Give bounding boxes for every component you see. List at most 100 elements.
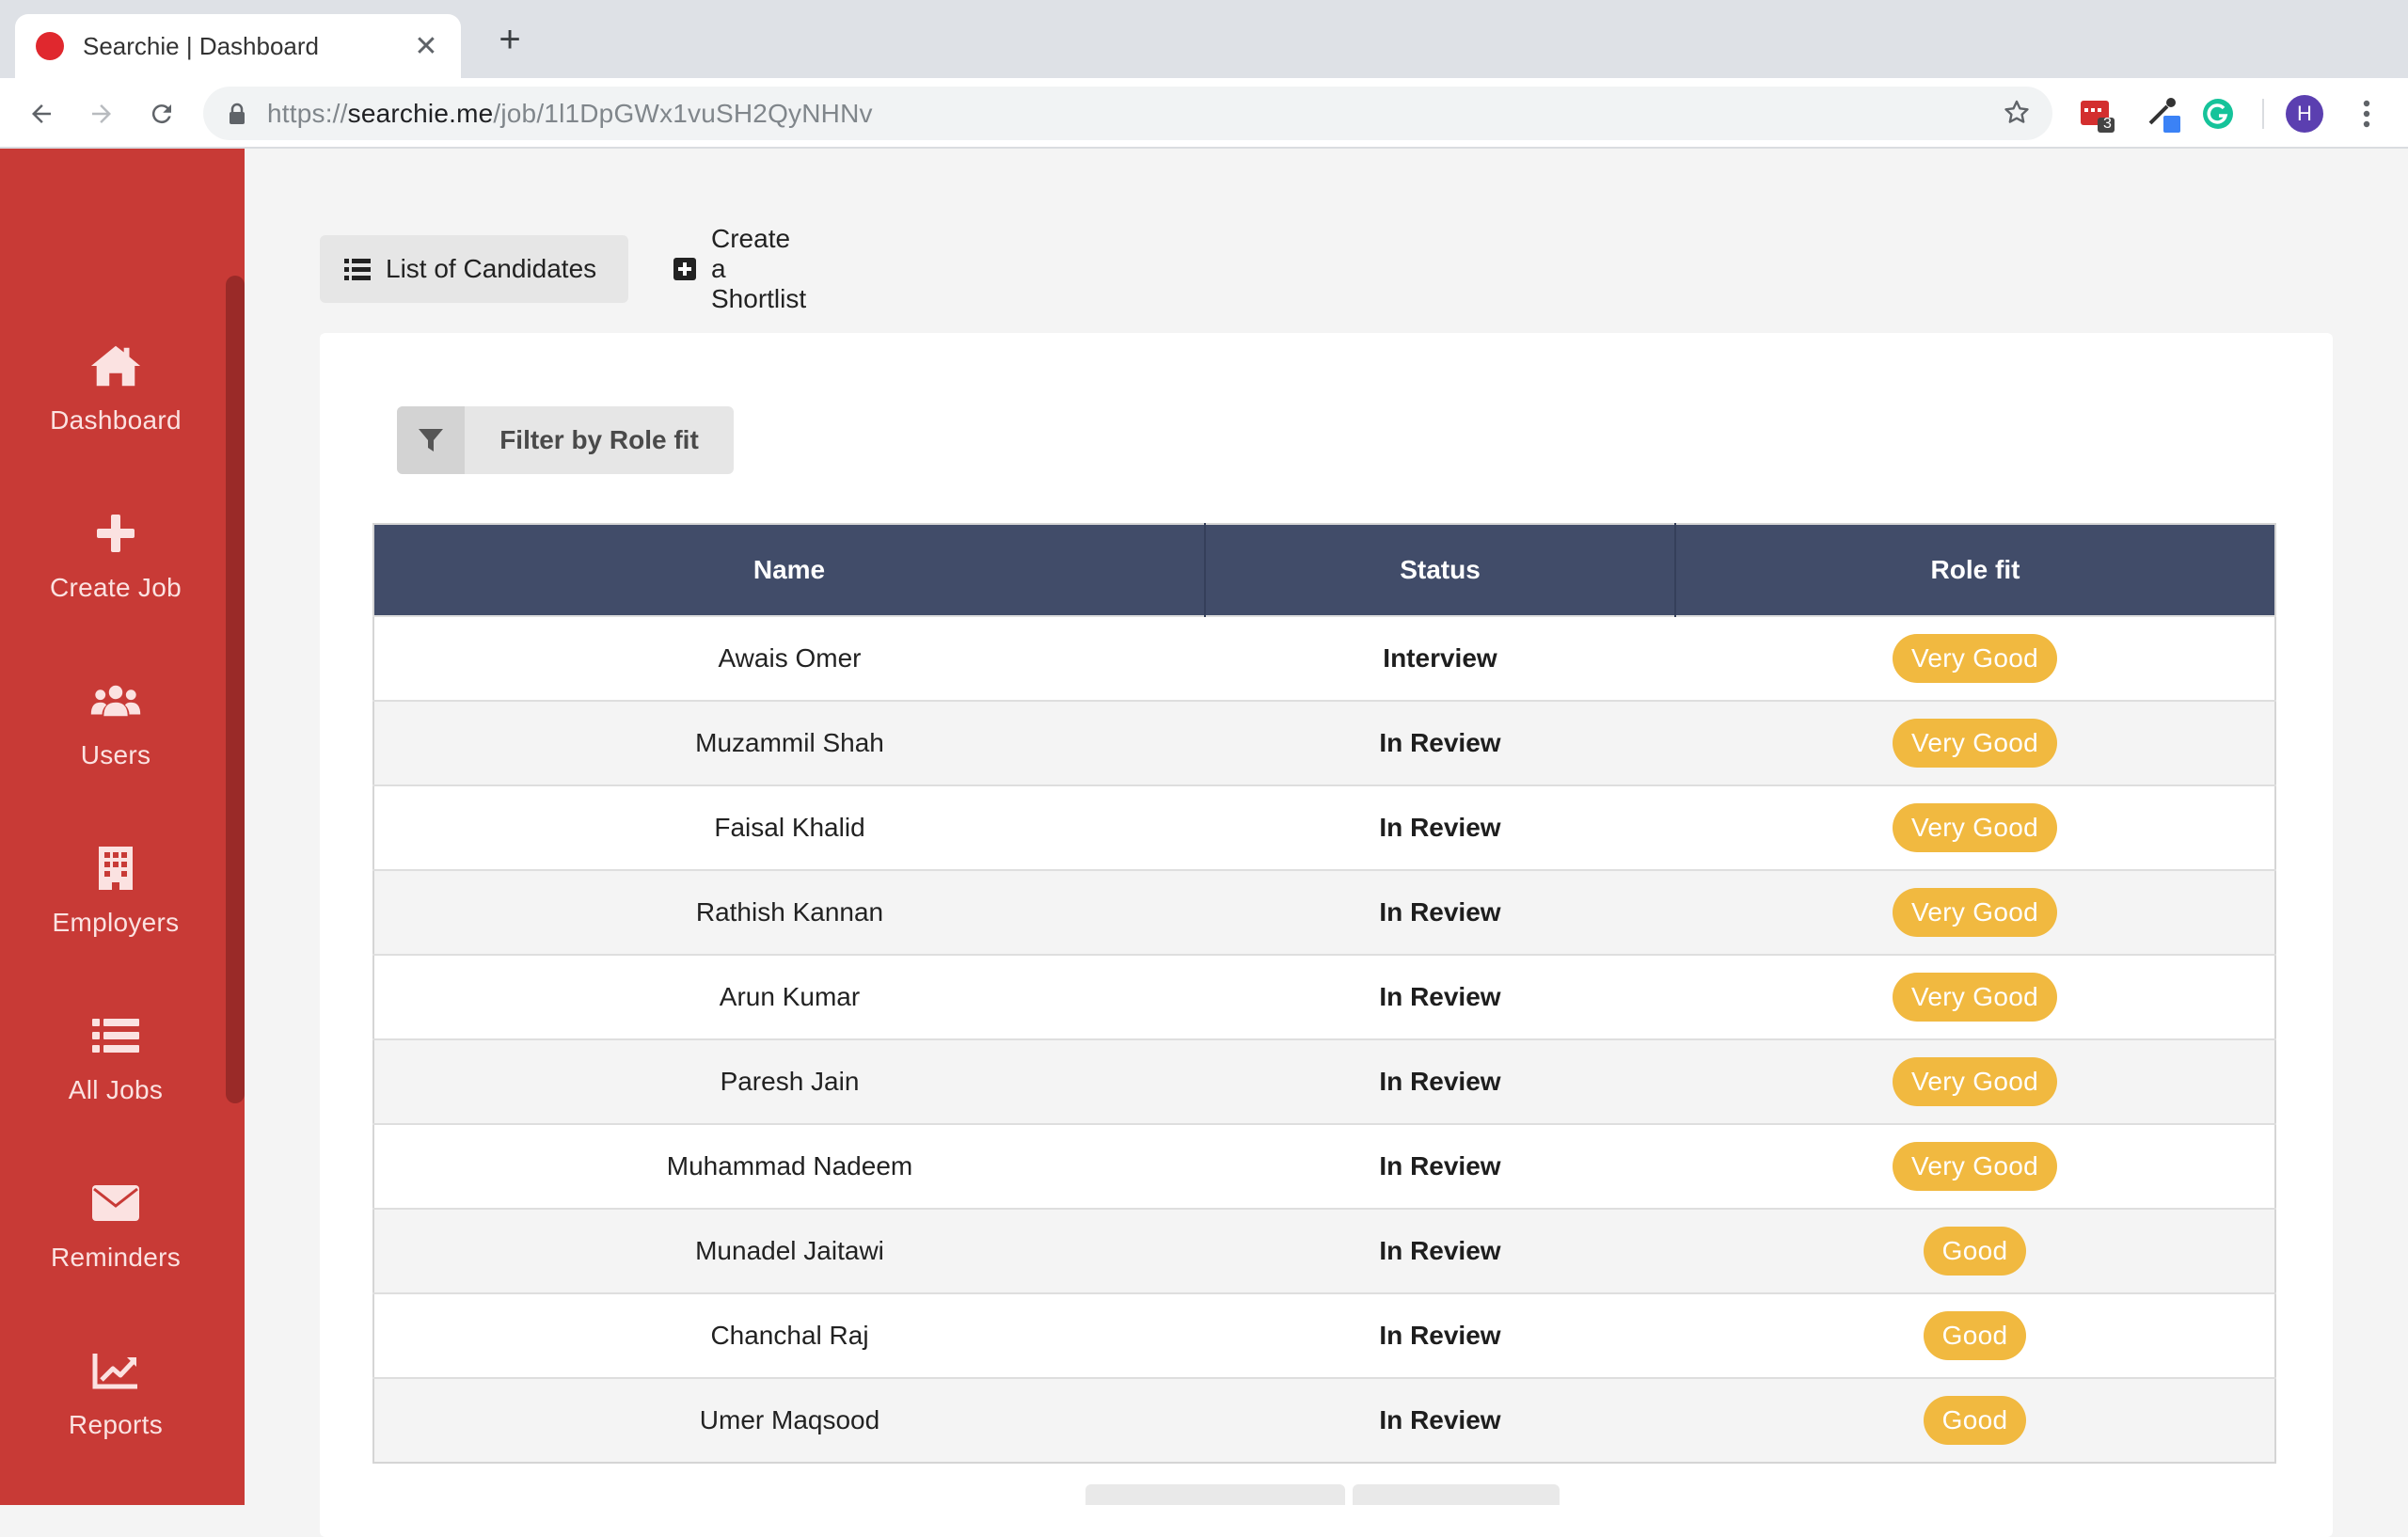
role-fit-cell: Very Good: [1675, 869, 2275, 955]
candidate-status: In Review: [1205, 1377, 1675, 1463]
home-icon: [89, 340, 142, 392]
column-header-status[interactable]: Status: [1205, 524, 1676, 616]
arrow-right-icon: [92, 104, 111, 123]
sidebar-item-all-jobs[interactable]: All Jobs: [0, 982, 231, 1133]
role-fit-cell: Very Good: [1675, 700, 2275, 785]
new-tab-button[interactable]: +: [491, 21, 529, 58]
sidebar-item-label: Employers: [52, 908, 180, 937]
address-bar[interactable]: https://searchie.me/job/1l1DpGWx1vuSH2Qy…: [203, 87, 2052, 140]
role-fit-badge: Good: [1923, 1311, 2027, 1360]
role-fit-cell: Very Good: [1675, 615, 2275, 701]
candidate-status: In Review: [1205, 954, 1675, 1039]
forward-button[interactable]: [81, 93, 122, 135]
candidate-name: Munadel Jaitawi: [373, 1208, 1205, 1293]
candidates-card: Filter by Role fit Name Status Role fit …: [320, 333, 2333, 1537]
role-fit-badge: Very Good: [1892, 634, 2057, 683]
candidates-table: Name Status Role fit Awais Omer Intervie…: [372, 523, 2276, 1464]
filter-by-role-fit-button[interactable]: Filter by Role fit: [397, 406, 734, 474]
role-fit-badge: Very Good: [1892, 1057, 2057, 1106]
column-header-name[interactable]: Name: [373, 524, 1206, 616]
sidebar-item-dashboard[interactable]: Dashboard: [0, 312, 231, 463]
tab-label: Create a Shortlist: [711, 224, 807, 313]
role-fit-badge: Good: [1923, 1227, 2027, 1276]
filter-label: Filter by Role fit: [499, 425, 699, 454]
extension-calendar-icon[interactable]: 3: [2079, 95, 2116, 133]
profile-initial: H: [2286, 95, 2323, 133]
close-tab-icon[interactable]: ✕: [412, 30, 440, 63]
users-icon: [89, 674, 142, 727]
table-row[interactable]: Faisal Khalid In Review Very Good: [373, 784, 2275, 870]
tab-label: List of Candidates: [386, 254, 597, 283]
sidebar-item-label: Create Job: [50, 573, 182, 602]
plus-square-icon: [673, 258, 696, 280]
sidebar-item-reminders[interactable]: Reminders: [0, 1149, 231, 1300]
candidate-status: In Review: [1205, 1292, 1675, 1378]
sidebar-item-label: Dashboard: [50, 405, 182, 435]
filter-icon: [397, 406, 465, 474]
grammarly-icon[interactable]: [2199, 95, 2237, 133]
table-row[interactable]: Umer Maqsood In Review Good: [373, 1377, 2275, 1463]
role-fit-badge: Very Good: [1892, 973, 2057, 1022]
role-fit-cell: Good: [1675, 1377, 2275, 1463]
candidate-name: Chanchal Raj: [373, 1292, 1205, 1378]
candidate-status: In Review: [1205, 784, 1675, 870]
sidebar-item-reports[interactable]: Reports: [0, 1317, 231, 1467]
role-fit-badge: Very Good: [1892, 803, 2057, 852]
candidate-name: Rathish Kannan: [373, 869, 1205, 955]
table-header-row: Name Status Role fit: [373, 524, 2275, 616]
arrow-left-icon: [32, 104, 51, 123]
column-header-role-fit[interactable]: Role fit: [1675, 524, 2275, 616]
table-row[interactable]: Munadel Jaitawi In Review Good: [373, 1208, 2275, 1293]
browser-menu-button[interactable]: [2348, 95, 2385, 133]
sidebar-item-label: Users: [80, 740, 151, 769]
table-row[interactable]: Rathish Kannan In Review Very Good: [373, 869, 2275, 955]
candidate-name: Awais Omer: [373, 615, 1205, 701]
extension-badge-count: 3: [2103, 116, 2112, 132]
pagination-previous-button[interactable]: [1085, 1484, 1345, 1505]
role-fit-cell: Very Good: [1675, 784, 2275, 870]
list-icon: [344, 258, 371, 280]
url-text: https://searchie.me/job/1l1DpGWx1vuSH2Qy…: [267, 98, 873, 128]
role-fit-cell: Good: [1675, 1292, 2275, 1378]
table-row[interactable]: Paresh Jain In Review Very Good: [373, 1038, 2275, 1124]
candidate-name: Umer Maqsood: [373, 1377, 1205, 1463]
pagination-next-button[interactable]: [1353, 1484, 1560, 1505]
reload-button[interactable]: [141, 93, 182, 135]
lock-icon: [230, 103, 245, 124]
tab-create-a-shortlist[interactable]: Create a Shortlist: [649, 224, 831, 313]
table-row[interactable]: Muhammad Nadeem In Review Very Good: [373, 1123, 2275, 1209]
plus-icon: [89, 507, 142, 560]
candidate-name: Muzammil Shah: [373, 700, 1205, 785]
bookmark-star-icon[interactable]: [2002, 98, 2032, 133]
candidate-status: Interview: [1205, 615, 1675, 701]
chart-line-icon: [89, 1344, 142, 1397]
sidebar-item-users[interactable]: Users: [0, 647, 231, 798]
role-fit-badge: Very Good: [1892, 719, 2057, 768]
sidebar-item-employers[interactable]: Employers: [0, 815, 231, 965]
candidate-status: In Review: [1205, 1038, 1675, 1124]
role-fit-cell: Very Good: [1675, 954, 2275, 1039]
candidate-status: In Review: [1205, 700, 1675, 785]
candidate-status: In Review: [1205, 869, 1675, 955]
list-icon: [89, 1009, 142, 1062]
toolbar-divider: [2262, 99, 2264, 129]
profile-avatar[interactable]: H: [2286, 95, 2323, 133]
browser-tab-title: Searchie | Dashboard: [83, 31, 320, 60]
browser-tab[interactable]: Searchie | Dashboard ✕: [15, 14, 461, 78]
tab-list-of-candidates[interactable]: List of Candidates: [320, 235, 628, 303]
role-fit-badge: Very Good: [1892, 1142, 2057, 1191]
candidate-name: Arun Kumar: [373, 954, 1205, 1039]
candidate-name: Paresh Jain: [373, 1038, 1205, 1124]
envelope-icon: [89, 1177, 142, 1229]
back-button[interactable]: [21, 93, 62, 135]
reload-icon: [151, 104, 171, 124]
table-row[interactable]: Muzammil Shah In Review Very Good: [373, 700, 2275, 785]
sidebar-item-create-job[interactable]: Create Job: [0, 480, 231, 630]
candidate-status: In Review: [1205, 1208, 1675, 1293]
candidate-name: Muhammad Nadeem: [373, 1123, 1205, 1209]
extension-eyedropper-icon[interactable]: [2145, 95, 2182, 133]
table-row[interactable]: Arun Kumar In Review Very Good: [373, 954, 2275, 1039]
sidebar: Dashboard Create Job Users Employers All…: [0, 149, 245, 1505]
table-row[interactable]: Awais Omer Interview Very Good: [373, 615, 2275, 701]
table-row[interactable]: Chanchal Raj In Review Good: [373, 1292, 2275, 1378]
